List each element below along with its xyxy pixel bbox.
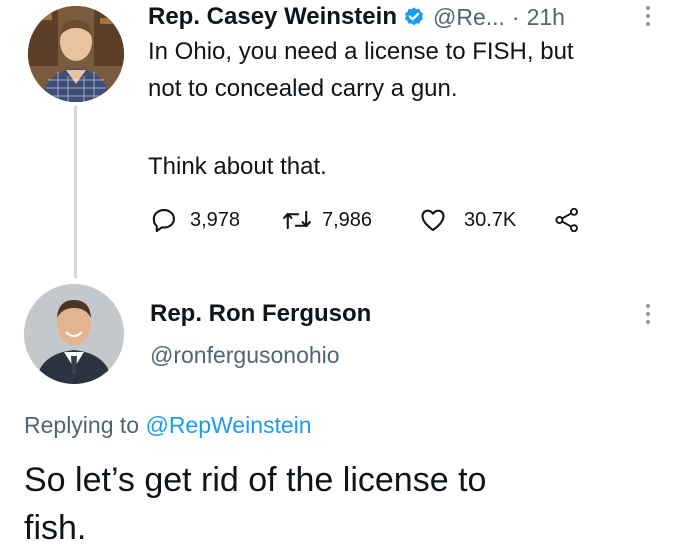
thread-connector-line — [74, 106, 77, 278]
like-count: 30.7K — [464, 208, 517, 231]
tweet-text-line-3: Think about that. — [148, 153, 327, 180]
retweet-button[interactable]: 7,986 — [282, 204, 372, 236]
share-icon[interactable] — [552, 206, 582, 239]
verified-badge-icon — [403, 6, 425, 28]
like-button[interactable]: 30.7K — [418, 204, 516, 236]
author-name[interactable]: Rep. Casey Weinstein — [148, 3, 397, 31]
reply-button[interactable]: 3,978 — [150, 204, 240, 236]
tweet-text-line-1: In Ohio, you need a license to FISH, but — [148, 38, 574, 65]
reply-author-handle[interactable]: @ronfergusonohio — [150, 342, 340, 369]
like-icon — [418, 206, 448, 234]
tweet-timestamp[interactable]: 21h — [527, 4, 565, 31]
reply-count: 3,978 — [190, 208, 241, 231]
tweet-text-line-2: not to concealed carry a gun. — [148, 75, 458, 102]
reply-author-name[interactable]: Rep. Ron Ferguson — [150, 300, 371, 328]
avatar-casey-weinstein[interactable] — [28, 6, 124, 102]
header-separator: · — [511, 3, 520, 30]
replying-to-label: Replying to — [24, 412, 140, 438]
more-options-icon[interactable] — [646, 304, 650, 324]
reply-text-line-2: fish. — [24, 509, 87, 547]
retweet-count: 7,986 — [322, 208, 373, 231]
retweet-icon — [282, 206, 312, 234]
more-options-icon[interactable] — [646, 6, 650, 26]
avatar-portrait-image — [28, 6, 124, 102]
author-handle[interactable]: @Re... — [433, 4, 505, 31]
avatar-ron-ferguson[interactable] — [24, 284, 124, 384]
reply-icon — [150, 206, 178, 234]
replying-to-line: Replying to @RepWeinstein — [24, 412, 312, 439]
replying-to-handle-link[interactable]: @RepWeinstein — [145, 412, 311, 438]
reply-text-line-1: So let’s get rid of the license to — [24, 461, 487, 499]
tweet-header: Rep. Casey Weinstein @Re... · 21h — [148, 0, 565, 34]
avatar-portrait-image — [24, 284, 124, 384]
